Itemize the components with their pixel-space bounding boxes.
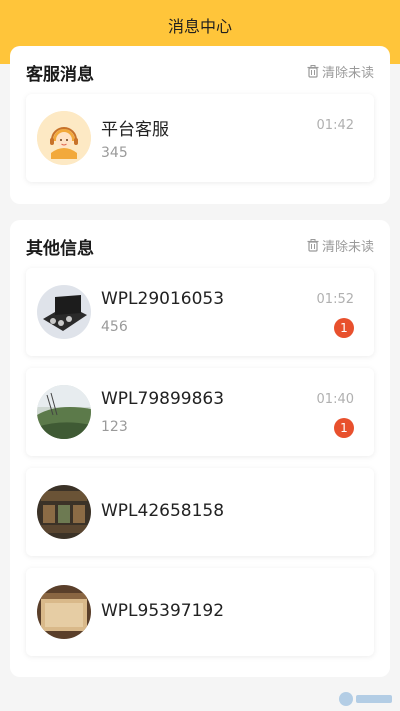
conversation-item[interactable]: WPL79899863 123 01:40 1 [26, 368, 374, 456]
clear-unread-button-service[interactable]: 清除未读 [307, 62, 374, 81]
conversation-name: WPL42658158 [101, 501, 225, 521]
page-title: 消息中心 [167, 17, 232, 36]
customer-service-avatar [37, 111, 91, 165]
user-avatar [37, 485, 91, 539]
section-title-service: 客服消息 [26, 65, 94, 85]
conversation-time: 01:42 [316, 118, 354, 133]
conversation-item[interactable]: WPL29016053 456 01:52 1 [26, 268, 374, 356]
conversation-name: WPL79899863 [101, 389, 225, 409]
other-messages-section: 其他信息 清除未读 WPL29016053 456 01:52 1 WPL798… [10, 220, 390, 677]
user-avatar [37, 285, 91, 339]
conversation-preview: 456 [101, 319, 128, 335]
trash-icon [307, 239, 319, 252]
conversation-item[interactable]: WPL95397192 [26, 568, 374, 656]
conversation-time: 01:52 [316, 292, 354, 307]
conversation-time: 01:40 [316, 392, 354, 407]
unread-badge: 1 [334, 318, 354, 338]
conversation-preview: 123 [101, 419, 128, 435]
conversation-name: 平台客服 [101, 120, 169, 140]
trash-icon [307, 65, 319, 78]
clear-unread-button-other[interactable]: 清除未读 [307, 236, 374, 255]
unread-badge: 1 [334, 418, 354, 438]
conversation-preview: 345 [101, 145, 128, 161]
clear-unread-label: 清除未读 [321, 240, 374, 255]
watermark-logo [339, 692, 392, 706]
user-avatar [37, 585, 91, 639]
conversation-item[interactable]: WPL42658158 [26, 468, 374, 556]
user-avatar [37, 385, 91, 439]
section-title-other: 其他信息 [26, 239, 94, 259]
conversation-name: WPL95397192 [101, 601, 225, 621]
conversation-name: WPL29016053 [101, 289, 225, 309]
clear-unread-label: 清除未读 [321, 66, 374, 81]
conversation-item-platform-service[interactable]: 平台客服 345 01:42 [26, 94, 374, 182]
service-messages-section: 客服消息 清除未读 平台客服 345 01:42 [10, 46, 390, 204]
